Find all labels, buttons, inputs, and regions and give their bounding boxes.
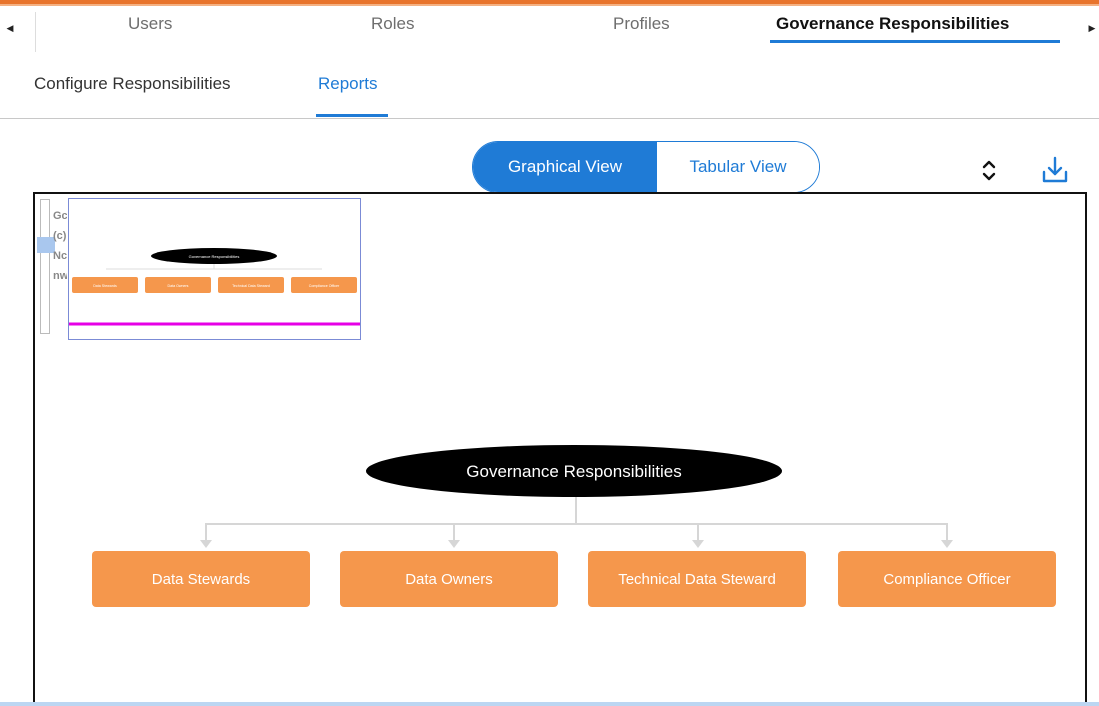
caret-left-icon[interactable]: ◀ [4, 18, 16, 38]
diagram-canvas[interactable]: Gc (c) Nc nw Governance Responsibilities… [33, 192, 1087, 706]
child-node-label: Data Stewards [152, 571, 250, 588]
active-tab-underline [770, 40, 1060, 43]
root-node-label: Governance Responsibilities [466, 462, 681, 481]
view-toggle: Graphical View Tabular View [472, 141, 820, 193]
tab-roles[interactable]: Roles [371, 14, 414, 34]
tab-users[interactable]: Users [128, 14, 172, 34]
responsibility-tree: Governance Responsibilities Data Steward… [92, 445, 1056, 607]
bottom-highlight-strip [0, 702, 1099, 706]
child-node-label: Compliance Officer [883, 571, 1010, 588]
caret-right-icon[interactable]: ▶ [1086, 18, 1098, 38]
child-node-label: Data Owners [405, 571, 493, 588]
main-tab-bar: ◀ Users Roles Profiles Governance Respon… [0, 6, 1099, 52]
subtab-reports[interactable]: Reports [318, 74, 378, 94]
graphical-view-button[interactable]: Graphical View [473, 142, 657, 192]
governance-reports-page: ◀ Users Roles Profiles Governance Respon… [0, 0, 1099, 706]
section-divider [0, 118, 1099, 119]
download-icon[interactable] [1040, 155, 1070, 185]
tab-governance-responsibilities[interactable]: Governance Responsibilities [776, 14, 1009, 34]
subtab-configure-responsibilities[interactable]: Configure Responsibilities [34, 74, 231, 94]
sub-tab-bar: Configure Responsibilities Reports [0, 46, 1099, 118]
chevron-up-down-icon[interactable] [980, 157, 998, 185]
active-subtab-underline [316, 114, 388, 117]
child-node-label: Technical Data Steward [618, 571, 776, 588]
tree-arrowheads [200, 540, 953, 548]
tabular-view-button[interactable]: Tabular View [656, 142, 819, 192]
tab-profiles[interactable]: Profiles [613, 14, 670, 34]
tree-connectors [205, 496, 948, 544]
